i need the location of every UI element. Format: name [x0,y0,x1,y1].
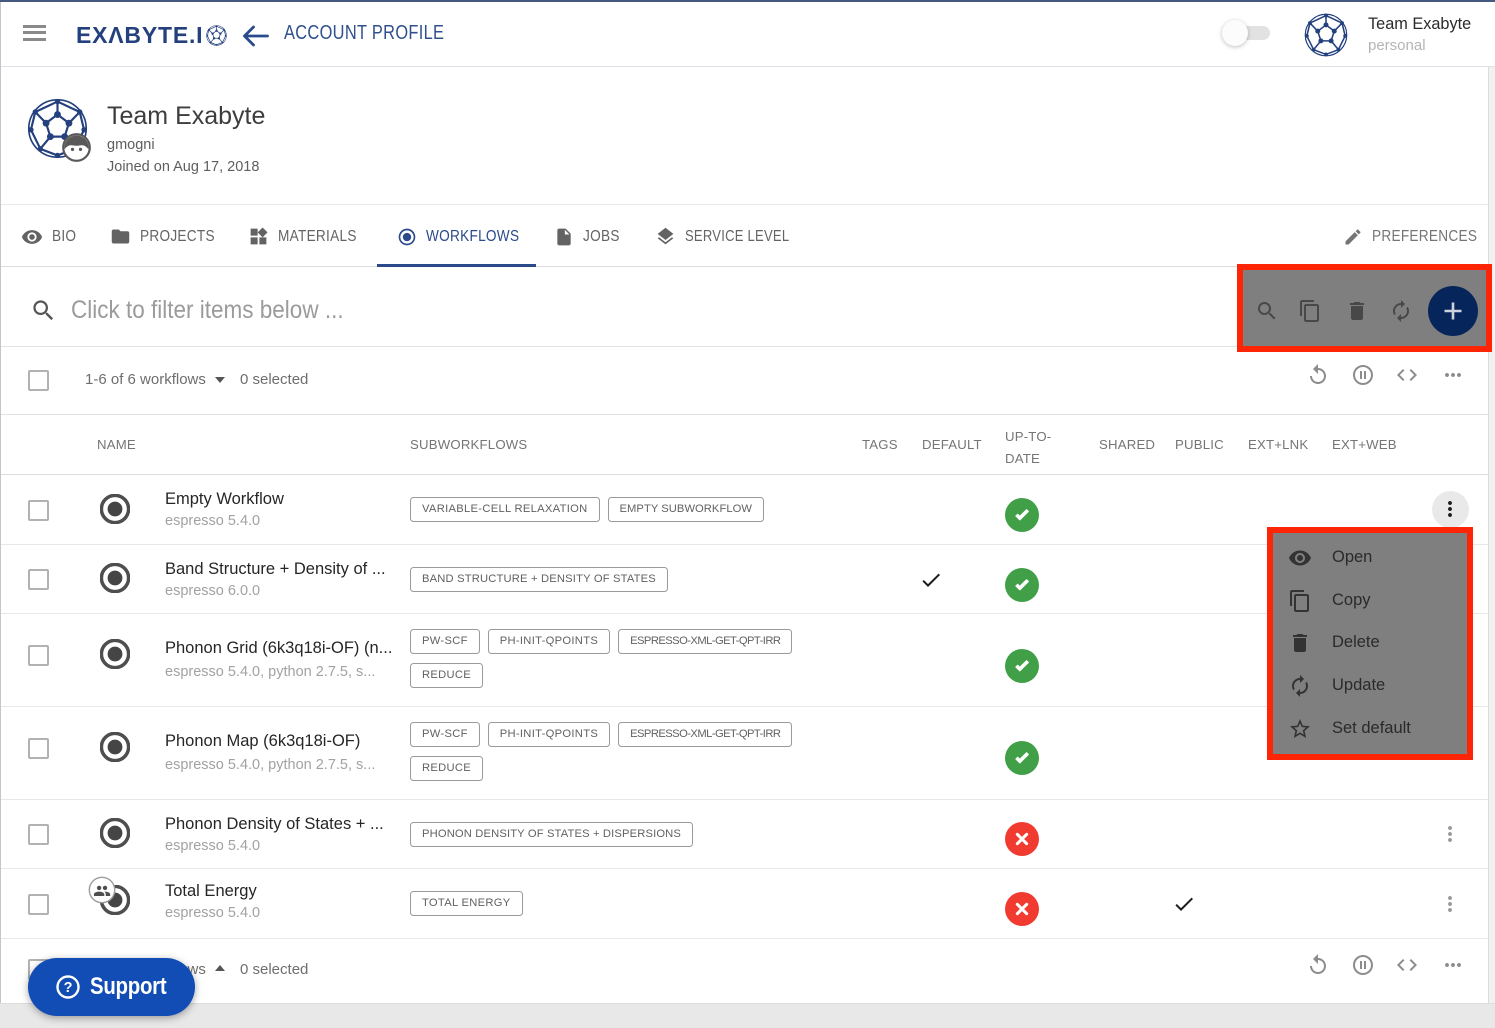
svg-text:?: ? [64,980,73,996]
